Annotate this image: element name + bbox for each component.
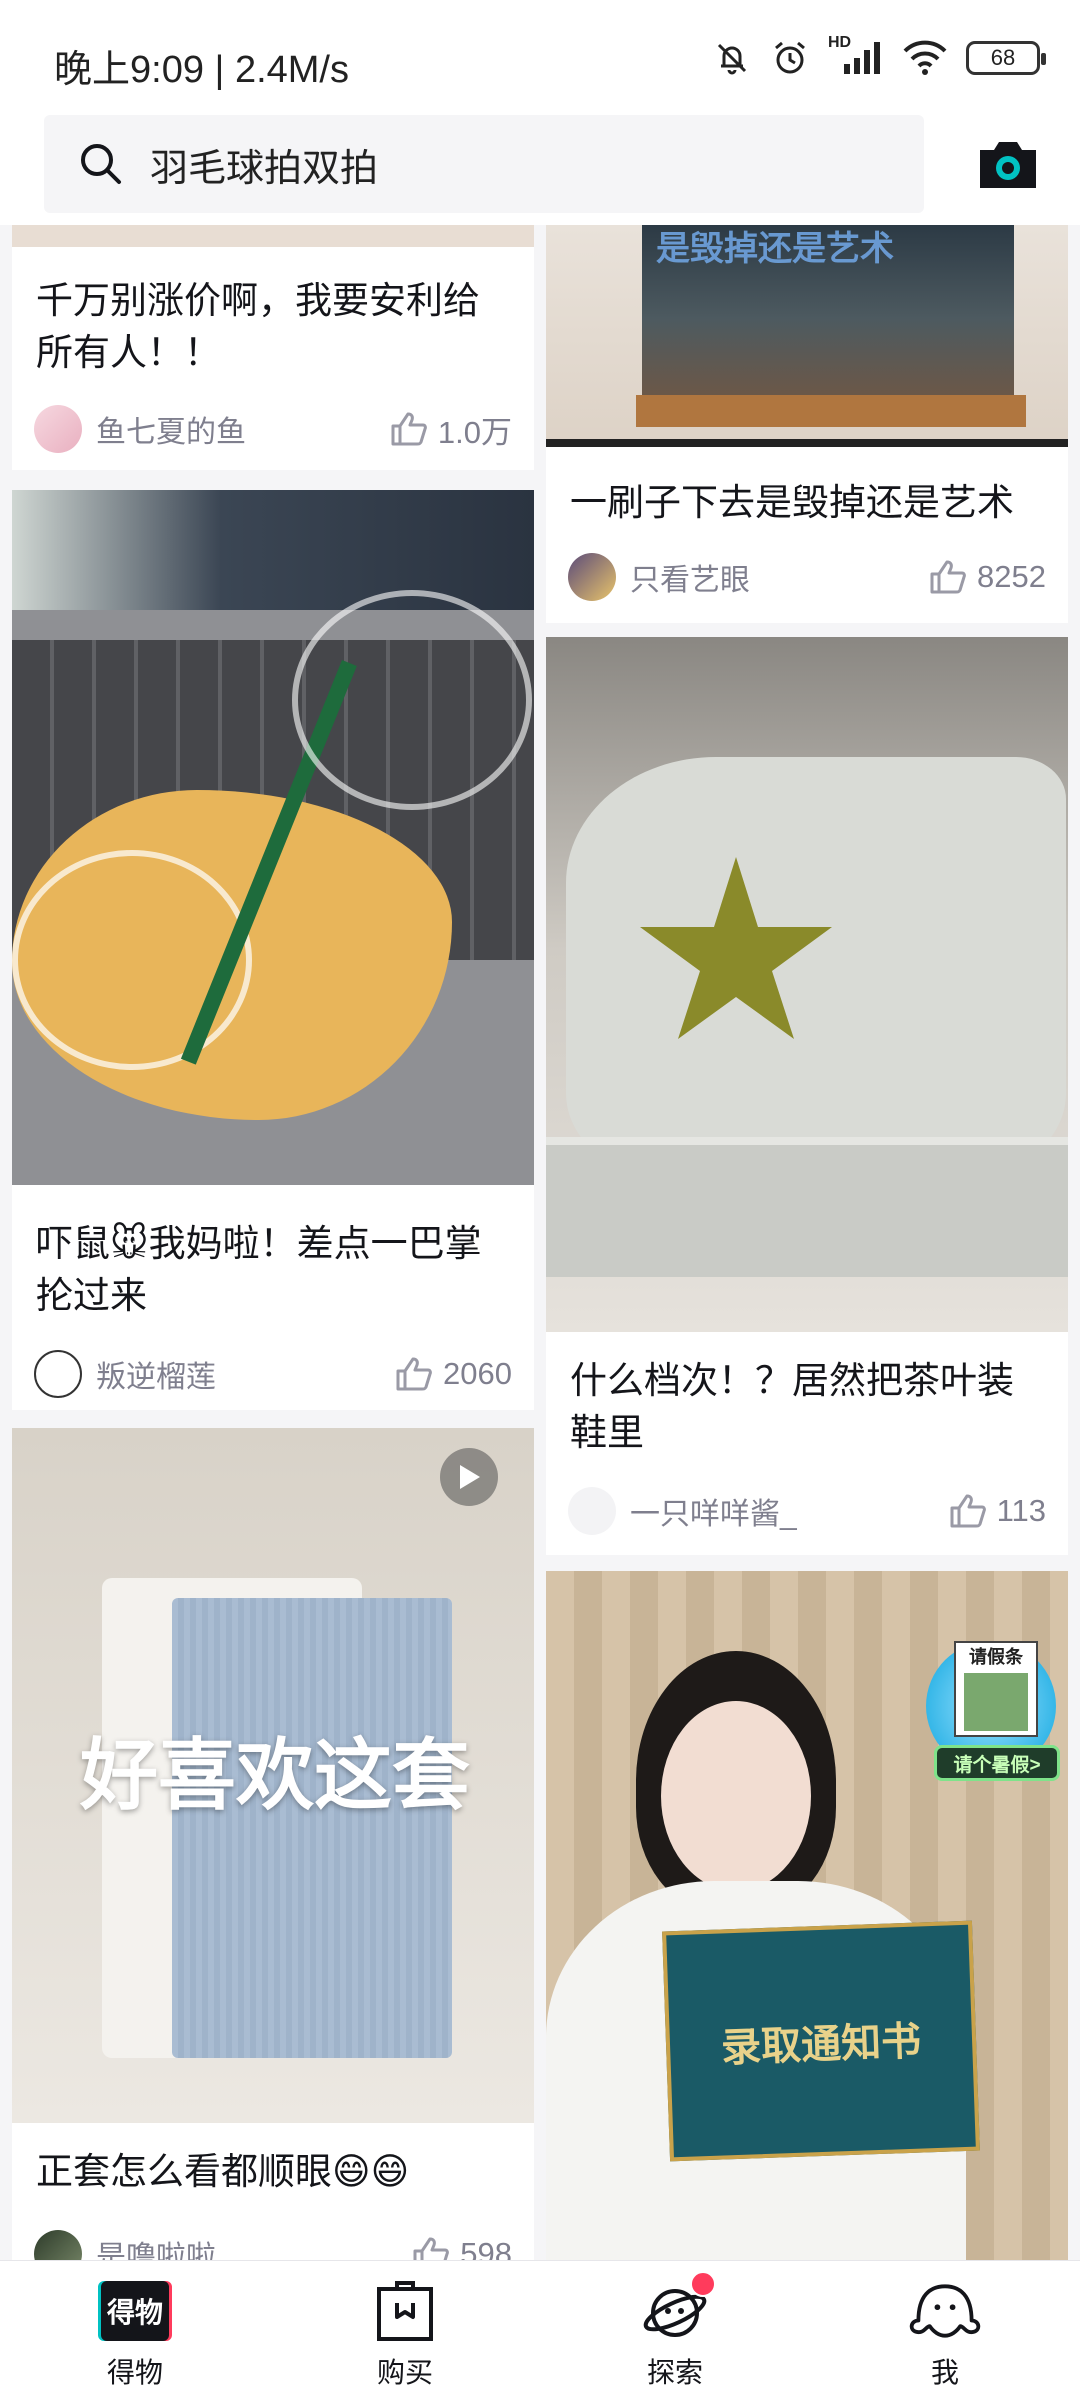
admission-letter: 录取通知书 (662, 1920, 980, 2162)
alarm-icon (775, 41, 805, 74)
dewu-logo-text: 得物 (106, 2297, 163, 2328)
card-meta: 叛逆榴莲 2060 (34, 1348, 512, 1400)
notification-dot (690, 2271, 716, 2297)
promo-badge-title: 请假条 (969, 1647, 1023, 1667)
feed-card[interactable]: 好喜欢这套 正套怎么看都顺眼😄😄 是噜啦啦 598 (12, 1428, 534, 2260)
author-name: 叛逆榴莲 (96, 1361, 216, 1394)
plastic-cup (292, 590, 532, 810)
card-meta: 鱼七夏的鱼 1.0万 (34, 403, 512, 455)
video-overlay-text: 好喜欢这套 (80, 1731, 471, 1819)
battery-icon: 68 (966, 41, 1046, 75)
signal-icon: HD (828, 34, 884, 78)
avatar (34, 2230, 82, 2260)
floating-promo-badge[interactable]: 请假条 请个暑假> (926, 1641, 1066, 1781)
card-image (546, 637, 1068, 1332)
promo-badge-button[interactable]: 请个暑假> (934, 1745, 1060, 1781)
shoe-sole (546, 1137, 1068, 1277)
nav-label: 购买 (376, 2357, 433, 2388)
camera-button[interactable] (976, 136, 1040, 192)
nav-label: 我 (930, 2357, 959, 2388)
feed-card[interactable]: 录取通知书 请假条 请个暑假> (546, 1571, 1068, 2260)
like-count-value: 598 (460, 2236, 512, 2260)
card-title: 吓鼠🐭我妈啦！差点一巴掌抡过来 (36, 1223, 482, 1316)
shopping-bag-icon (367, 2275, 443, 2347)
like-count[interactable]: 598 (412, 2236, 512, 2260)
thumb-up-icon (930, 560, 966, 594)
admission-letter-text: 录取通知书 (720, 2019, 922, 2071)
avatar (568, 1487, 616, 1535)
play-icon (460, 1465, 480, 1489)
card-image: 是毁掉还是艺术 (546, 225, 1068, 447)
card-image (12, 225, 534, 247)
card-meta: 是噜啦啦 598 (34, 2228, 512, 2260)
feed-card[interactable]: 什么档次！？居然把茶叶装鞋里 一只咩咩酱_ 113 (546, 637, 1068, 1555)
card-image: 好喜欢这套 (12, 1428, 534, 2123)
like-count-value: 2060 (443, 1356, 512, 1391)
easel (636, 395, 1026, 427)
thumb-up-icon (950, 1494, 986, 1528)
like-count-value: 8252 (977, 559, 1046, 594)
author-name: 只看艺眼 (630, 564, 750, 597)
like-count-value: 1.0万 (437, 414, 512, 450)
status-bar: 晚上9:09 | 2.4M/s HD 68 (0, 0, 1080, 110)
dewu-logo-icon: 得物 (97, 2275, 173, 2347)
play-button[interactable] (440, 1448, 498, 1506)
like-count[interactable]: 2060 (395, 1356, 512, 1392)
avatar (34, 1350, 82, 1398)
cup-lid (12, 850, 252, 1070)
card-title: 一刷子下去是毁掉还是艺术 (570, 482, 1014, 523)
feed-card[interactable]: 千万别涨价啊，我要安利给所有人！！ 鱼七夏的鱼 1.0万 (12, 225, 534, 470)
screen (12, 490, 534, 610)
search-query: 羽毛球拍双拍 (150, 147, 379, 190)
card-title: 千万别涨价啊，我要安利给所有人！！ (36, 280, 480, 373)
painting-overlay-text: 是毁掉还是艺术 (656, 230, 894, 268)
nav-item-me[interactable]: 我 (810, 2261, 1080, 2400)
thumb-up-icon (391, 412, 427, 446)
status-icons: HD 68 (712, 34, 1046, 78)
search-input[interactable]: 羽毛球拍双拍 (44, 115, 924, 213)
card-meta: 一只咩咩酱_ 113 (568, 1485, 1046, 1537)
shoe-upper (566, 757, 1066, 1177)
thumb-up-icon (413, 2237, 450, 2260)
feed-card[interactable]: 是毁掉还是艺术 一刷子下去是毁掉还是艺术 只看艺眼 8252 (546, 225, 1068, 623)
like-count-value: 113 (996, 1493, 1046, 1528)
mute-bell-icon (717, 43, 747, 75)
card-title: 正套怎么看都顺眼😄😄 (36, 2151, 410, 2192)
author-name: 是噜啦啦 (96, 2241, 216, 2260)
card-title: 什么档次！？居然把茶叶装鞋里 (570, 1360, 1014, 1453)
status-time-speed: 晚上9:09 | 2.4M/s (54, 49, 349, 91)
profile-ghost-icon (907, 2275, 983, 2347)
nav-label: 得物 (106, 2357, 163, 2388)
search-header: 羽毛球拍双拍 (0, 110, 1080, 225)
bottom-nav: 得物 得物 购买 探索 我 (0, 2260, 1080, 2400)
author-name: 鱼七夏的鱼 (96, 416, 246, 449)
feed-card[interactable]: 吓鼠🐭我妈啦！差点一巴掌抡过来 叛逆榴莲 2060 (12, 490, 534, 1410)
feed: 千万别涨价啊，我要安利给所有人！！ 鱼七夏的鱼 1.0万 是毁掉还是艺术 一刷子… (0, 225, 1080, 2260)
jeans (172, 1598, 452, 2058)
thumb-up-icon (396, 1357, 432, 1391)
network-badge: HD (828, 34, 852, 51)
avatar (568, 553, 616, 601)
wifi-icon (903, 40, 947, 75)
card-meta: 只看艺眼 8252 (568, 551, 1046, 603)
nav-item-buy[interactable]: 购买 (270, 2261, 540, 2400)
nav-item-home[interactable]: 得物 得物 (0, 2261, 270, 2400)
search-icon (81, 144, 121, 184)
like-count[interactable]: 113 (949, 1493, 1046, 1529)
nav-label: 探索 (646, 2357, 703, 2388)
person-face (661, 1701, 811, 1891)
avatar (34, 405, 82, 453)
camera-icon (980, 142, 1036, 188)
card-image (12, 490, 534, 1185)
like-count[interactable]: 1.0万 (390, 407, 512, 452)
author-name: 一只咩咩酱_ (630, 1498, 797, 1531)
like-count[interactable]: 8252 (929, 559, 1046, 595)
nav-item-explore[interactable]: 探索 (540, 2261, 810, 2400)
